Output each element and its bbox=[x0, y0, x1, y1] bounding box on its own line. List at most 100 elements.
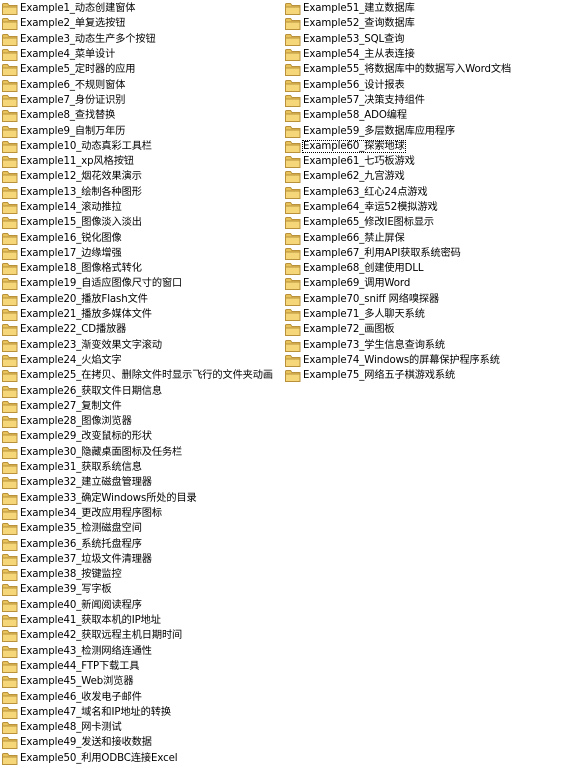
folder-icon bbox=[2, 492, 18, 505]
folder-item[interactable]: Example57_决策支持组件 bbox=[285, 93, 573, 108]
folder-item[interactable]: Example41_获取本机的IP地址 bbox=[2, 613, 284, 628]
folder-label: Example2_单复选按钮 bbox=[20, 18, 126, 30]
folder-icon bbox=[2, 201, 18, 214]
folder-item[interactable]: Example48_网卡测试 bbox=[2, 720, 284, 735]
folder-label: Example36_系统托盘程序 bbox=[20, 538, 142, 550]
folder-item[interactable]: Example4_菜单设计 bbox=[2, 47, 284, 62]
folder-item[interactable]: Example12_烟花效果演示 bbox=[2, 169, 284, 184]
folder-icon bbox=[2, 369, 18, 383]
folder-item[interactable]: Example50_利用ODBC连接Excel bbox=[2, 751, 284, 766]
folder-item[interactable]: Example13_绘制各种图形 bbox=[2, 185, 284, 200]
folder-item[interactable]: Example67_利用API获取系统密码 bbox=[285, 246, 573, 261]
folder-item[interactable]: Example8_查找替换 bbox=[2, 108, 284, 123]
folder-item[interactable]: Example58_ADO编程 bbox=[285, 108, 573, 123]
folder-item[interactable]: Example45_Web浏览器 bbox=[2, 674, 284, 689]
folder-item[interactable]: Example66_禁止屏保 bbox=[285, 230, 573, 245]
folder-label: Example46_收发电子邮件 bbox=[20, 691, 142, 703]
folder-item[interactable]: Example46_收发电子邮件 bbox=[2, 689, 284, 704]
folder-item[interactable]: Example60_探索地球 bbox=[285, 139, 573, 154]
folder-label: Example65_修改IE图标显示 bbox=[303, 217, 435, 229]
folder-icon bbox=[285, 369, 301, 383]
folder-item[interactable]: Example3_动态生产多个按钮 bbox=[2, 32, 284, 47]
folder-item[interactable]: Example49_发送和接收数据 bbox=[2, 735, 284, 750]
folder-item[interactable]: Example70_sniff 网络嗅探器 bbox=[285, 292, 573, 307]
folder-label: Example17_边缘增强 bbox=[20, 247, 122, 259]
folder-item[interactable]: Example74_Windows的屏幕保护程序系统 bbox=[285, 353, 573, 368]
folder-item[interactable]: Example25_在拷贝、删除文件时显示飞行的文件夹动画 bbox=[2, 368, 284, 383]
folder-label: Example29_改变鼠标的形状 bbox=[20, 431, 152, 443]
folder-item[interactable]: Example24_火焰文字 bbox=[2, 353, 284, 368]
folder-item[interactable]: Example34_更改应用程序图标 bbox=[2, 506, 284, 521]
folder-item[interactable]: Example36_系统托盘程序 bbox=[2, 536, 284, 551]
folder-item[interactable]: Example63_红心24点游戏 bbox=[285, 185, 573, 200]
folder-item[interactable]: Example16_锐化图像 bbox=[2, 230, 284, 245]
folder-item[interactable]: Example38_按键监控 bbox=[2, 567, 284, 582]
folder-item[interactable]: Example69_调用Word bbox=[285, 276, 573, 291]
folder-label: Example27_复制文件 bbox=[20, 400, 122, 412]
folder-item[interactable]: Example55_将数据库中的数据写入Word文档 bbox=[285, 62, 573, 77]
folder-item[interactable]: Example44_FTP下载工具 bbox=[2, 659, 284, 674]
folder-item[interactable]: Example23_渐变效果文字滚动 bbox=[2, 338, 284, 353]
folder-item[interactable]: Example9_自制万年历 bbox=[2, 123, 284, 138]
folder-item[interactable]: Example27_复制文件 bbox=[2, 399, 284, 414]
folder-icon bbox=[285, 339, 301, 352]
folder-item[interactable]: Example35_检测磁盘空间 bbox=[2, 521, 284, 536]
folder-item[interactable]: Example37_垃圾文件清理器 bbox=[2, 552, 284, 567]
folder-item[interactable]: Example61_七巧板游戏 bbox=[285, 154, 573, 169]
folder-item[interactable]: Example29_改变鼠标的形状 bbox=[2, 429, 284, 444]
folder-item[interactable]: Example51_建立数据库 bbox=[285, 1, 573, 16]
folder-item[interactable]: Example40_新闻阅读程序 bbox=[2, 598, 284, 613]
folder-label: Example38_按键监控 bbox=[20, 569, 122, 581]
folder-label: Example20_播放Flash文件 bbox=[20, 293, 148, 305]
folder-icon bbox=[285, 323, 301, 337]
folder-item[interactable]: Example21_播放多媒体文件 bbox=[2, 307, 284, 322]
folder-item[interactable]: Example10_动态真彩工具栏 bbox=[2, 139, 284, 154]
folder-item[interactable]: Example52_查询数据库 bbox=[285, 16, 573, 31]
folder-item[interactable]: Example31_获取系统信息 bbox=[2, 460, 284, 475]
folder-item[interactable]: Example30_隐藏桌面图标及任务栏 bbox=[2, 445, 284, 460]
folder-item[interactable]: Example7_身份证识别 bbox=[2, 93, 284, 108]
folder-item[interactable]: Example19_自适应图像尺寸的窗口 bbox=[2, 276, 284, 291]
folder-item[interactable]: Example1_动态创建窗体 bbox=[2, 1, 284, 16]
folder-item[interactable]: Example73_学生信息查询系统 bbox=[285, 338, 573, 353]
folder-label: Example7_身份证识别 bbox=[20, 94, 126, 106]
folder-label: Example59_多层数据库应用程序 bbox=[303, 125, 456, 137]
folder-item[interactable]: Example32_建立磁盘管理器 bbox=[2, 475, 284, 490]
folder-label: Example40_新闻阅读程序 bbox=[20, 599, 142, 611]
folder-item[interactable]: Example59_多层数据库应用程序 bbox=[285, 123, 573, 138]
folder-label: Example75_网络五子棋游戏系统 bbox=[303, 370, 456, 382]
folder-item[interactable]: Example53_SQL查询 bbox=[285, 32, 573, 47]
folder-label: Example37_垃圾文件清理器 bbox=[20, 553, 152, 565]
folder-label: Example69_调用Word bbox=[303, 278, 411, 290]
folder-item[interactable]: Example64_幸运52模拟游戏 bbox=[285, 200, 573, 215]
folder-item[interactable]: Example68_创建使用DLL bbox=[285, 261, 573, 276]
folder-item[interactable]: Example11_xp风格按钮 bbox=[2, 154, 284, 169]
folder-label: Example41_获取本机的IP地址 bbox=[20, 615, 161, 627]
folder-item[interactable]: Example22_CD播放器 bbox=[2, 322, 284, 337]
folder-item[interactable]: Example39_写字板 bbox=[2, 582, 284, 597]
folder-item[interactable]: Example43_检测网络连通性 bbox=[2, 643, 284, 658]
folder-item[interactable]: Example71_多人聊天系统 bbox=[285, 307, 573, 322]
folder-column-right: Example51_建立数据库 Example52_查询数据库 Example53_… bbox=[285, 1, 573, 383]
folder-item[interactable]: Example17_边缘增强 bbox=[2, 246, 284, 261]
folder-icon bbox=[2, 216, 18, 230]
folder-item[interactable]: Example28_图像浏览器 bbox=[2, 414, 284, 429]
folder-item[interactable]: Example75_网络五子棋游戏系统 bbox=[285, 368, 573, 383]
folder-item[interactable]: Example5_定时器的应用 bbox=[2, 62, 284, 77]
folder-icon bbox=[285, 201, 301, 214]
folder-item[interactable]: Example6_不规则窗体 bbox=[2, 77, 284, 92]
folder-item[interactable]: Example47_域名和IP地址的转换 bbox=[2, 705, 284, 720]
folder-item[interactable]: Example20_播放Flash文件 bbox=[2, 292, 284, 307]
folder-item[interactable]: Example62_九宫游戏 bbox=[285, 169, 573, 184]
folder-item[interactable]: Example33_确定Windows所处的目录 bbox=[2, 491, 284, 506]
folder-item[interactable]: Example14_滚动推拉 bbox=[2, 200, 284, 215]
folder-item[interactable]: Example2_单复选按钮 bbox=[2, 16, 284, 31]
folder-item[interactable]: Example65_修改IE图标显示 bbox=[285, 215, 573, 230]
folder-item[interactable]: Example15_图像淡入淡出 bbox=[2, 215, 284, 230]
folder-item[interactable]: Example42_获取远程主机日期时间 bbox=[2, 628, 284, 643]
folder-item[interactable]: Example26_获取文件日期信息 bbox=[2, 383, 284, 398]
folder-item[interactable]: Example54_主从表连接 bbox=[285, 47, 573, 62]
folder-item[interactable]: Example56_设计报表 bbox=[285, 77, 573, 92]
folder-item[interactable]: Example18_图像格式转化 bbox=[2, 261, 284, 276]
folder-item[interactable]: Example72_画图板 bbox=[285, 322, 573, 337]
